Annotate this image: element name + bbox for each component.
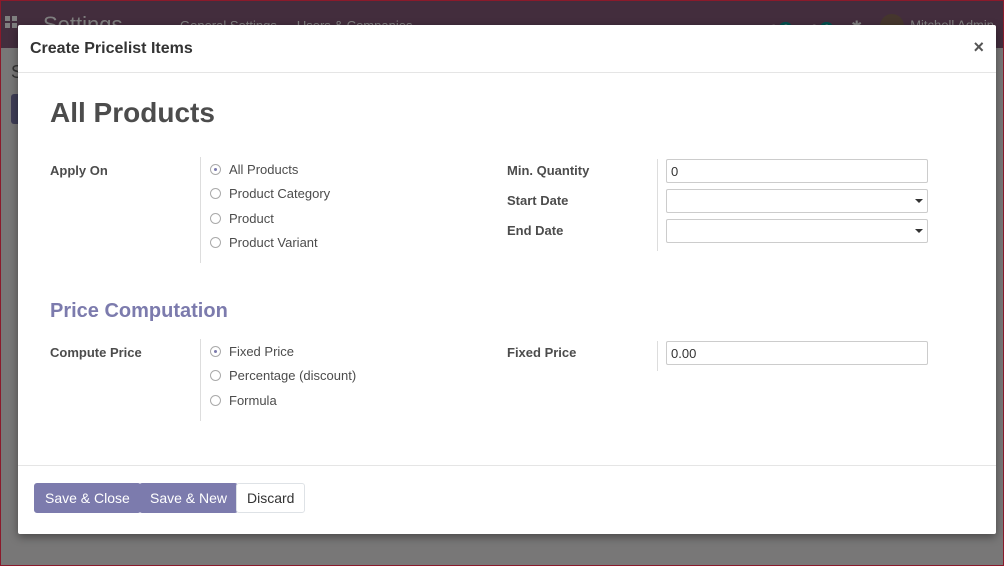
start-date-input[interactable] (666, 189, 928, 213)
radio-icon[interactable] (210, 370, 221, 382)
close-icon[interactable]: × (973, 37, 984, 57)
compute-price-percentage[interactable]: Percentage (discount) (210, 364, 356, 389)
start-date-label: Start Date (507, 193, 569, 208)
fixed-price-input[interactable] (666, 341, 928, 365)
apply-on-product-variant[interactable]: Product Variant (210, 231, 330, 256)
price-computation-title: Price Computation (50, 300, 228, 322)
radio-label: Fixed Price (229, 343, 295, 359)
radio-checked-icon[interactable] (210, 163, 221, 175)
modal-title: Create Pricelist Items (30, 40, 193, 57)
radio-checked-icon[interactable] (210, 345, 221, 357)
save-close-button[interactable]: Save & Close (34, 483, 141, 513)
radio-label: Product Variant (229, 235, 318, 251)
apply-on-product[interactable]: Product (210, 206, 330, 231)
apply-on-all-products[interactable]: All Products (210, 157, 330, 182)
compute-price-fixed[interactable]: Fixed Price (210, 339, 356, 364)
create-pricelist-items-dialog: Create Pricelist Items × All Products Ap… (18, 25, 996, 534)
discard-button[interactable]: Discard (236, 483, 306, 513)
end-date-field[interactable] (666, 219, 928, 243)
modal-footer: Save & Close Save & New Discard (18, 465, 996, 534)
end-date-input[interactable] (666, 219, 928, 243)
fixed-price-input-col (657, 341, 928, 371)
compute-price-formula[interactable]: Formula (210, 388, 356, 413)
date-quantity-inputs (657, 159, 928, 251)
modal-header: Create Pricelist Items × (18, 25, 996, 73)
apply-on-radio-group: All Products Product Category Product Pr… (200, 157, 330, 263)
radio-label: Product (229, 210, 274, 226)
radio-icon[interactable] (210, 237, 221, 249)
record-title: All Products (50, 97, 215, 128)
radio-icon[interactable] (210, 188, 221, 200)
radio-label: Product Category (229, 186, 331, 202)
apply-on-label: Apply On (50, 163, 108, 178)
radio-label: All Products (229, 161, 299, 177)
caret-down-icon[interactable] (915, 199, 923, 203)
min-quantity-label: Min. Quantity (507, 163, 590, 178)
modal-body: All Products Apply On All Products Produ… (18, 73, 996, 465)
end-date-label: End Date (507, 223, 564, 238)
fixed-price-label: Fixed Price (507, 345, 577, 360)
radio-icon[interactable] (210, 394, 221, 406)
compute-price-radio-group: Fixed Price Percentage (discount) Formul… (200, 339, 356, 421)
radio-icon[interactable] (210, 212, 221, 224)
radio-label: Formula (229, 392, 277, 408)
apply-on-product-category[interactable]: Product Category (210, 182, 330, 207)
start-date-field[interactable] (666, 189, 928, 213)
save-new-button[interactable]: Save & New (139, 483, 239, 513)
compute-price-label: Compute Price (50, 345, 142, 360)
radio-label: Percentage (discount) (229, 368, 357, 384)
min-quantity-input[interactable] (666, 159, 928, 183)
caret-down-icon[interactable] (915, 229, 923, 233)
